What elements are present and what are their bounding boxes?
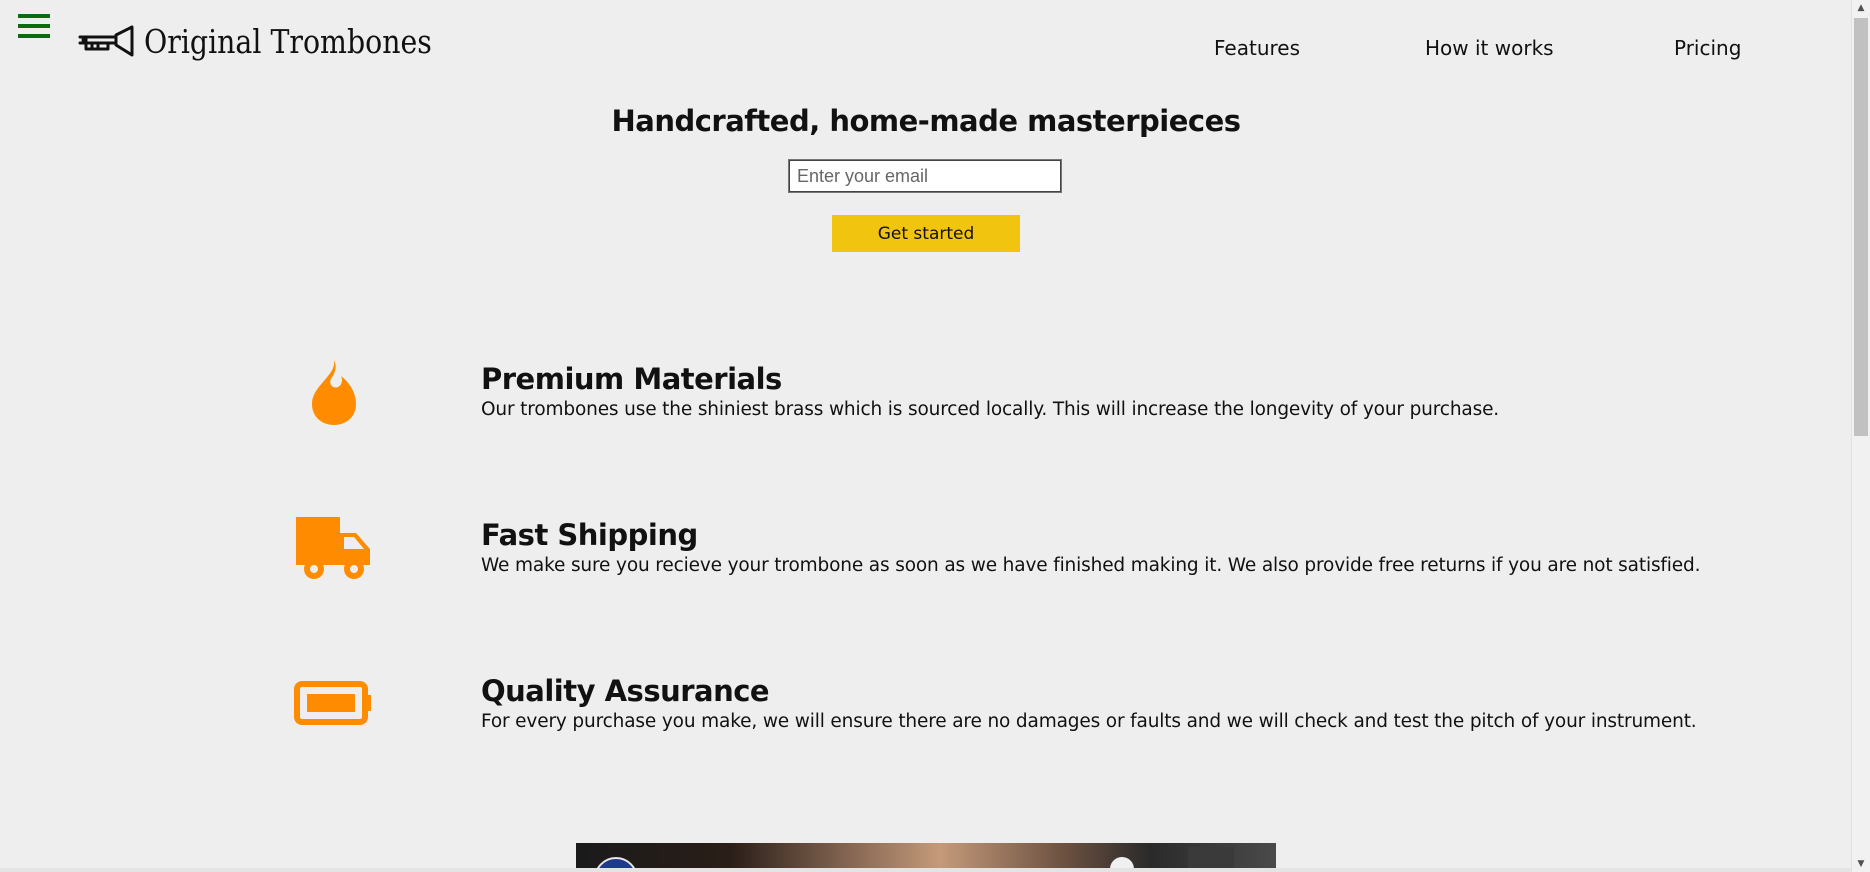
feature-text-fast-shipping: We make sure you recieve your trombone a…	[481, 555, 1701, 576]
scrollbar-thumb[interactable]	[1854, 18, 1868, 436]
get-started-button[interactable]: Get started	[832, 215, 1020, 252]
nav-link-how-it-works[interactable]: How it works	[1425, 36, 1554, 60]
feature-text-quality-assurance: For every purchase you make, we will ens…	[481, 711, 1697, 732]
hero-title: Handcrafted, home-made masterpieces	[611, 104, 1242, 138]
nav-link-features[interactable]: Features	[1214, 36, 1300, 60]
truck-icon	[296, 517, 370, 579]
feature-title-quality-assurance: Quality Assurance	[481, 674, 770, 708]
feature-title-premium-materials: Premium Materials	[481, 362, 782, 396]
scroll-up-icon[interactable]: ▲	[1852, 0, 1870, 16]
vertical-scrollbar[interactable]: ▲ ▼	[1851, 0, 1870, 872]
hamburger-menu-icon[interactable]	[18, 14, 50, 42]
feature-text-premium-materials: Our trombones use the shiniest brass whi…	[481, 399, 1500, 420]
flame-icon	[312, 360, 356, 425]
feature-title-fast-shipping: Fast Shipping	[481, 518, 698, 552]
page: Original Trombones Features How it works…	[0, 0, 1870, 872]
brand-name: Original Trombones	[144, 22, 432, 61]
nav-link-pricing[interactable]: Pricing	[1674, 36, 1741, 60]
divider	[0, 868, 1852, 872]
scroll-down-icon[interactable]: ▼	[1852, 856, 1870, 872]
email-input[interactable]	[788, 159, 1062, 193]
trombone-icon	[78, 25, 134, 56]
brand[interactable]: Original Trombones	[78, 22, 479, 61]
battery-icon	[294, 681, 371, 725]
